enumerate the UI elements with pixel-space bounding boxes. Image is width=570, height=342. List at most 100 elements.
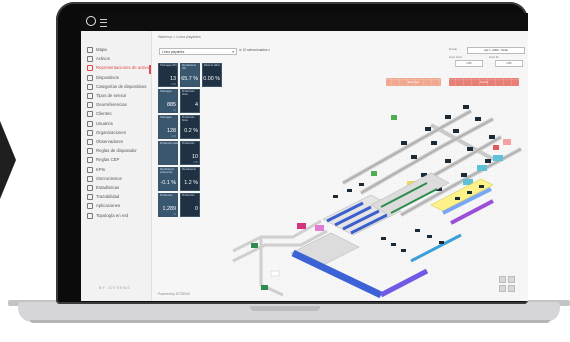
sidebar-item[interactable]: Georreferencias bbox=[87, 102, 127, 111]
sidebar-item[interactable]: Dispositivos bbox=[87, 74, 119, 84]
sidebar-item-icon bbox=[87, 175, 93, 182]
metric-card-value: 4 bbox=[195, 102, 198, 108]
sidebar-item-icon bbox=[87, 203, 93, 210]
sidebar-item[interactable]: Mapa bbox=[87, 47, 107, 56]
metric-card-title: Producción bbox=[182, 142, 195, 145]
metric-card-title: Total agua bbox=[160, 116, 172, 119]
metric-card-value: 1,289 bbox=[162, 206, 177, 212]
sidebar-item-label: Reglas de disparador bbox=[96, 148, 137, 154]
metric-card-title: Rendimiento (%) bbox=[182, 64, 197, 70]
sidebar-item[interactable]: Reglas CEP bbox=[87, 157, 119, 166]
sidebar-item[interactable]: Reglas de disparador bbox=[87, 148, 137, 157]
slide-arrow bbox=[0, 121, 16, 199]
metric-card-value: 65.7 % bbox=[181, 76, 198, 82]
metric-card-value: -0.1 % bbox=[160, 180, 176, 186]
app-topbar bbox=[81, 13, 528, 31]
metric-card[interactable]: Total agua 885 m³ bbox=[158, 89, 178, 113]
metric-card-title: Producción total bbox=[160, 142, 178, 145]
sidebar-item[interactable]: Sincronismos bbox=[87, 175, 122, 185]
sidebar-item-icon bbox=[87, 83, 93, 90]
sidebar-item-label: Trazabilidad bbox=[96, 194, 120, 200]
metric-card-title: Producción bbox=[182, 194, 195, 197]
sidebar-item[interactable]: Trazabilidad bbox=[87, 194, 119, 203]
reset-view-button[interactable] bbox=[508, 285, 515, 292]
sidebar-item[interactable]: Categorías de dispositivos bbox=[87, 83, 146, 93]
metric-card-unit: m³ bbox=[173, 213, 176, 216]
metric-card-title: Producción bruta bbox=[182, 90, 195, 96]
sidebar-item-icon bbox=[87, 194, 93, 201]
laptop-base-shadow bbox=[30, 320, 550, 323]
sidebar-item-label: Sincronismos bbox=[96, 175, 122, 181]
metric-card-unit: m³/h bbox=[193, 161, 198, 164]
app-screen: Mapa Activos Representaciones de activos Di… bbox=[81, 13, 528, 301]
sidebar-item-icon bbox=[87, 56, 93, 63]
sidebar-item-label: Observadores bbox=[96, 139, 123, 145]
fit-view-button[interactable] bbox=[508, 276, 515, 283]
metric-card-value: 128 bbox=[167, 128, 176, 134]
sidebar-item-label: Georreferencias bbox=[96, 102, 127, 108]
metric-card[interactable]: Producción bruta 0.2 % bbox=[180, 115, 200, 139]
powered-by-footer: Powered by IOTSENS bbox=[158, 292, 190, 296]
metric-card-value: 885 bbox=[167, 102, 176, 108]
sidebar-item[interactable]: Organizaciones bbox=[87, 129, 126, 139]
date-from-label: Desde bbox=[449, 47, 458, 51]
sidebar-item[interactable]: Activos bbox=[87, 56, 110, 65]
sidebar-item[interactable]: KPIs bbox=[87, 166, 106, 176]
metric-card[interactable]: Rendimiento 1.2 % bbox=[180, 167, 200, 191]
metric-card[interactable]: Rendimiento producción -0.1 % bbox=[158, 167, 178, 191]
sidebar-item-icon bbox=[87, 47, 93, 53]
metric-card[interactable]: Producción bruta 4 bbox=[180, 89, 200, 113]
sidebar-item-icon bbox=[87, 157, 93, 164]
zoom-out-button[interactable] bbox=[499, 285, 506, 292]
metric-card-title: Rendimiento producción bbox=[160, 168, 175, 174]
sidebar-item[interactable]: Usuarios bbox=[87, 120, 113, 130]
sidebar-item[interactable]: Clientes bbox=[87, 111, 112, 120]
metric-card-title: Total agua bbox=[160, 90, 172, 93]
breadcrumb: Waterrup > Línea playables bbox=[158, 35, 201, 39]
sidebar-item-label: Activos bbox=[96, 56, 110, 62]
sidebar-item[interactable]: Topología en red bbox=[87, 212, 129, 222]
sidebar-item-label: Topología en red bbox=[96, 212, 129, 218]
metric-card-unit: m³/h bbox=[171, 83, 176, 86]
metric-card-title: Ratio de fallos bbox=[204, 64, 220, 67]
laptop-base bbox=[18, 302, 560, 322]
metric-card[interactable]: Total agua (l/h) 13 m³/h bbox=[158, 63, 178, 87]
sidebar-item[interactable]: Aplicaciones bbox=[87, 203, 120, 212]
line-filter-select[interactable]: Línea playables ▾ bbox=[159, 48, 237, 55]
line-filter-value: Línea playables bbox=[162, 50, 185, 54]
metric-card-title: Total agua (l/h) bbox=[160, 64, 177, 67]
sidebar-item-label: KPIs bbox=[96, 166, 106, 172]
metric-card[interactable]: Producción 10 m³/h bbox=[180, 141, 200, 165]
metric-card[interactable]: Rendimiento (%) 65.7 % bbox=[180, 63, 200, 87]
sidebar-item-label: Aplicaciones bbox=[96, 203, 121, 209]
metric-card[interactable]: Producción 0 bbox=[180, 193, 200, 217]
app-logo-icon[interactable] bbox=[86, 16, 96, 26]
sidebar-item-label: Clientes bbox=[96, 111, 112, 117]
sidebar-item-icon bbox=[87, 139, 93, 145]
date-picker-input[interactable]: Apr 1, 2020 - Tarde bbox=[467, 47, 525, 54]
selected-devices-label: 10 seleccionados bbox=[242, 48, 268, 52]
sidebar-item[interactable]: Representaciones de activos bbox=[87, 65, 151, 74]
metric-card[interactable]: Producción 1,289 m³ bbox=[158, 193, 178, 217]
plant-diagram bbox=[231, 55, 527, 301]
sidebar-item-label: Usuarios bbox=[96, 120, 113, 126]
sidebar-item-icon bbox=[87, 102, 93, 109]
metric-card-value: 10 bbox=[192, 154, 198, 160]
sidebar-item-label: Representaciones de activos bbox=[96, 65, 152, 71]
sidebar-item-icon bbox=[87, 212, 93, 219]
sidebar: Mapa Activos Representaciones de activos Di… bbox=[81, 31, 152, 301]
sidebar-item-icon bbox=[87, 111, 93, 118]
metric-card-title: Producción bbox=[160, 194, 173, 197]
metric-card-value: 1.2 % bbox=[184, 180, 198, 186]
sidebar-item[interactable]: Estadísticas bbox=[87, 185, 119, 194]
metric-card[interactable]: Producción total bbox=[158, 141, 178, 165]
sidebar-item-icon bbox=[87, 93, 93, 99]
sidebar-item[interactable]: Observadores bbox=[87, 139, 123, 148]
selected-devices-filter[interactable]: ⚙ 10 seleccionados ▾ bbox=[239, 48, 270, 52]
metric-card-unit: m³/h bbox=[171, 135, 176, 138]
zoom-in-button[interactable] bbox=[499, 276, 506, 283]
hamburger-menu-icon[interactable] bbox=[100, 19, 107, 27]
metric-card[interactable]: Total agua 128 m³/h bbox=[158, 115, 178, 139]
sidebar-item[interactable]: Tipos de sensor bbox=[87, 93, 126, 102]
metric-card[interactable]: Ratio de fallos 0.00 % bbox=[202, 63, 222, 87]
